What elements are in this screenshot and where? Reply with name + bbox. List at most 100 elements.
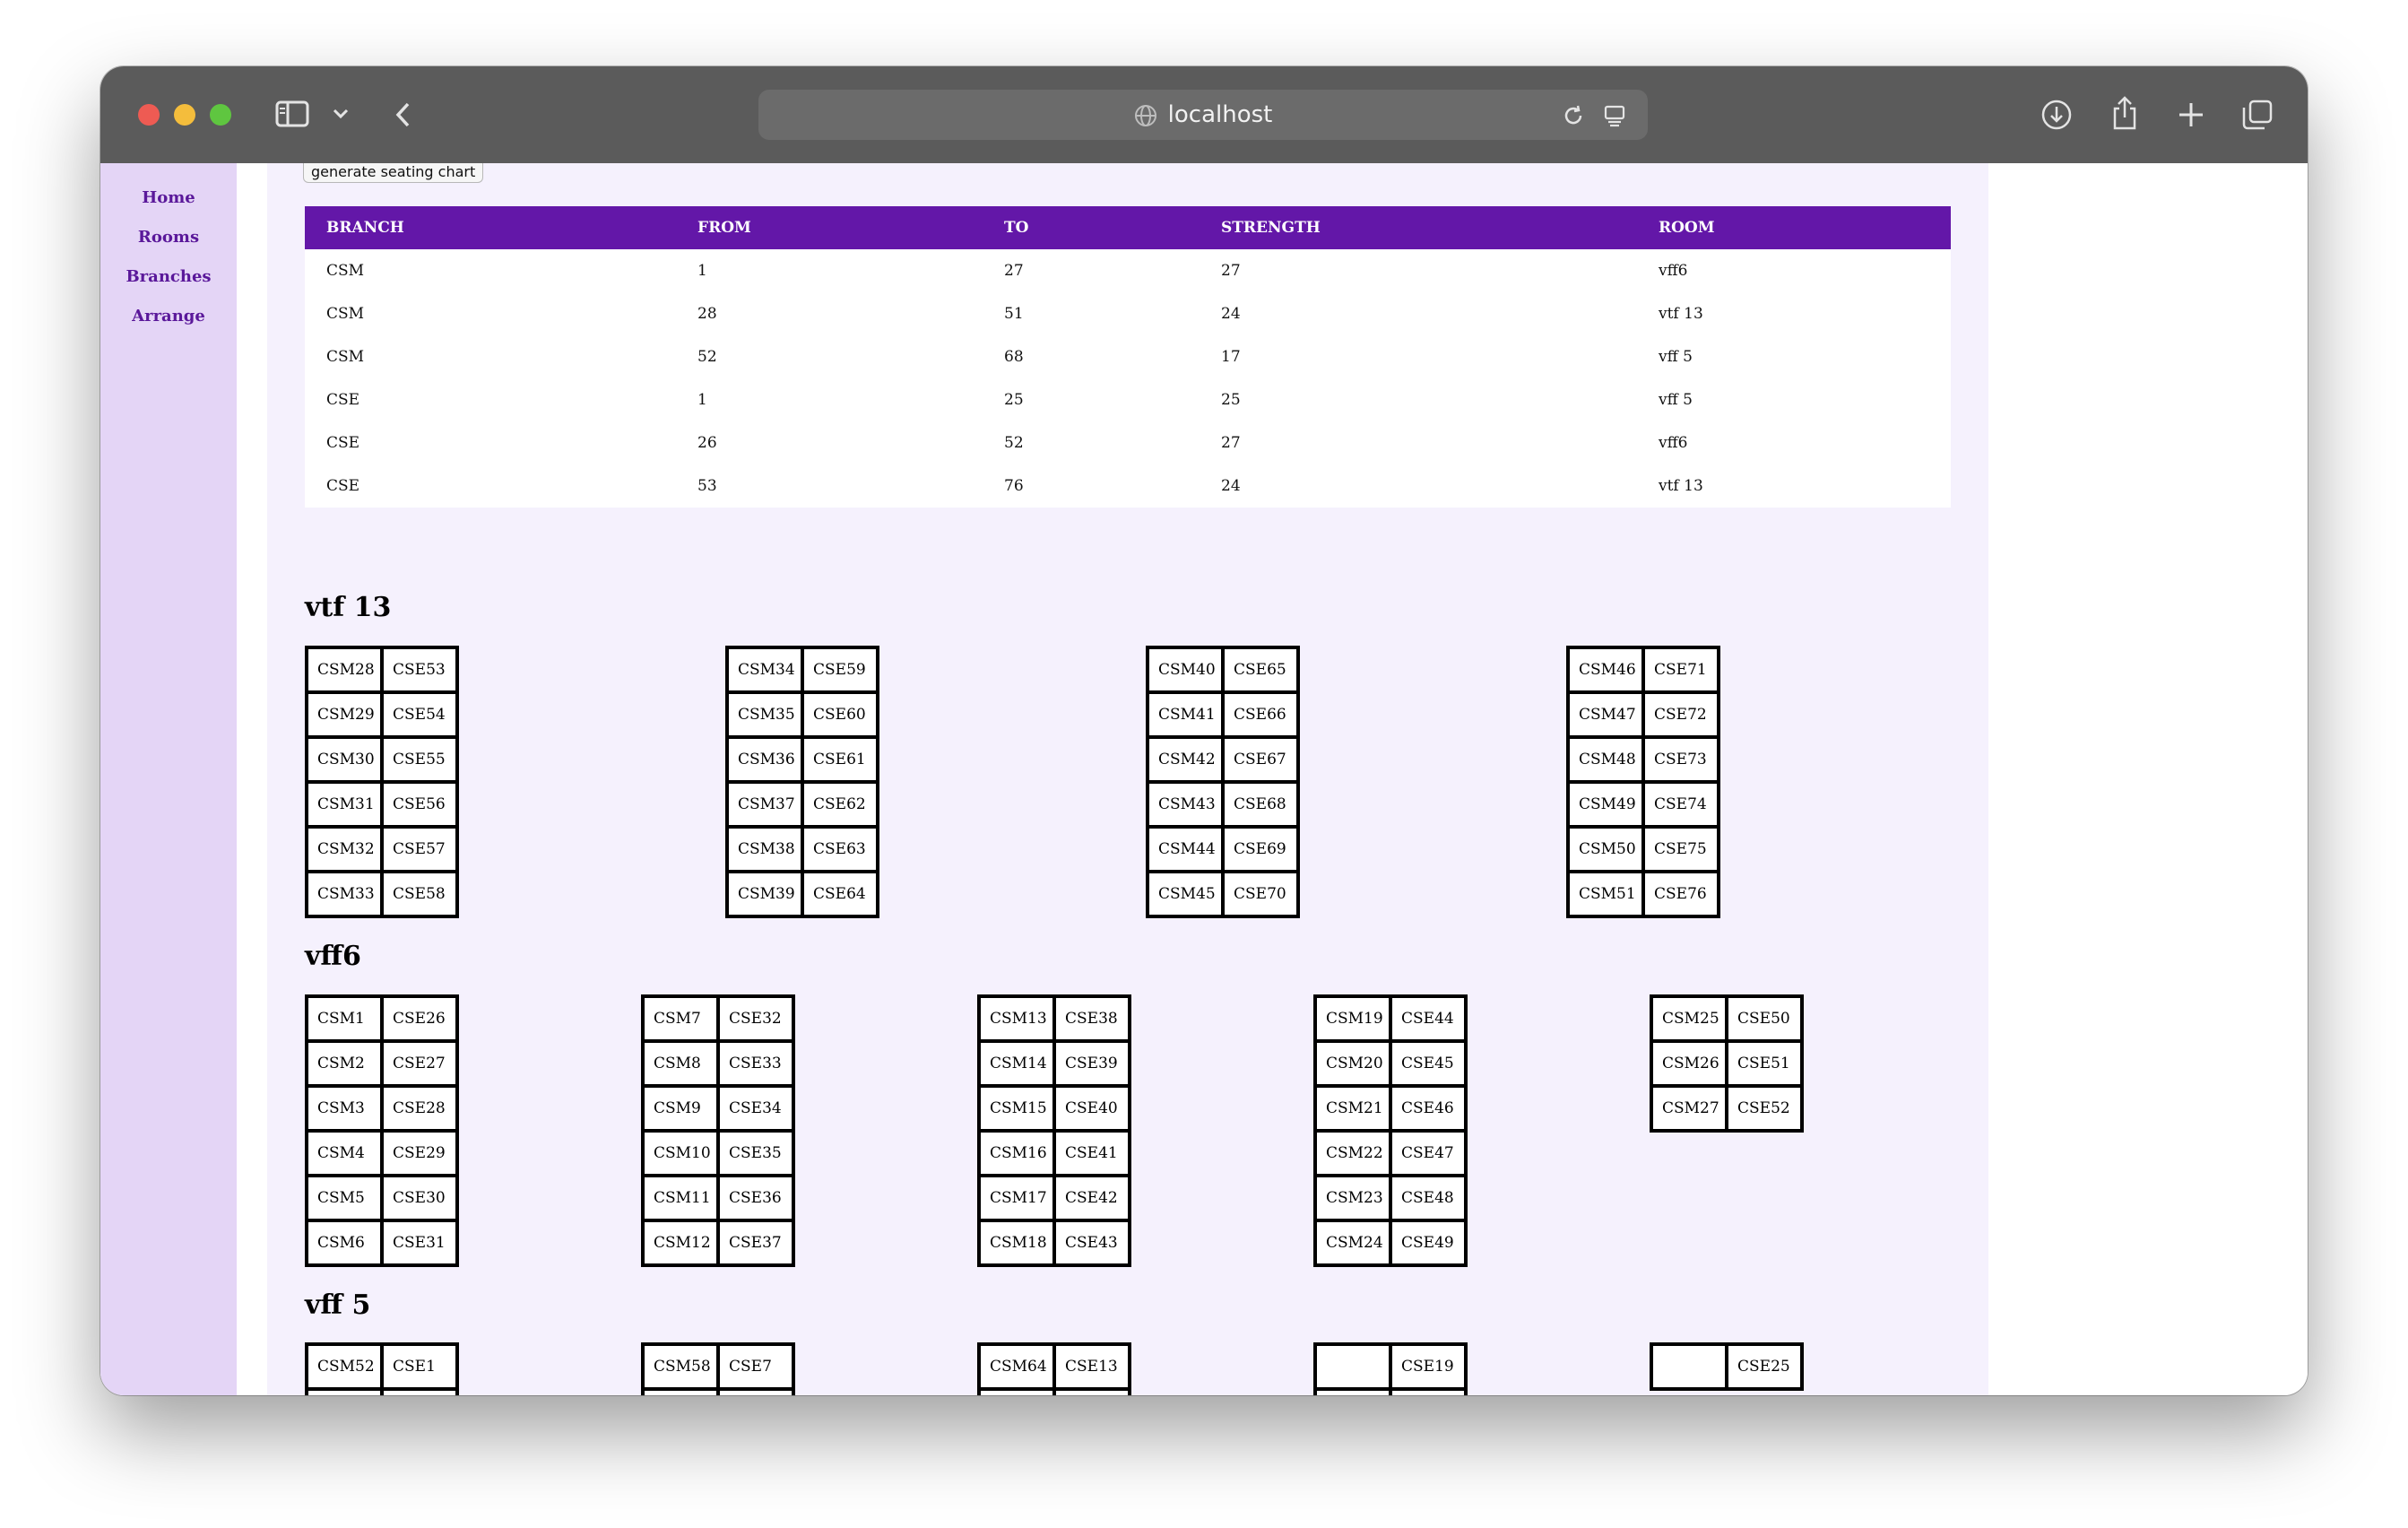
seat-left: CSM58 <box>643 1344 718 1389</box>
download-icon[interactable] <box>2039 97 2075 133</box>
seating-block: CSM64CSE13CSM65CSE14CSM66CSE15 <box>977 1342 1131 1395</box>
cell-from: 1 <box>697 391 707 409</box>
seat-left <box>1315 1389 1390 1395</box>
seating-block: CSE19CSE20CSE21 <box>1313 1342 1468 1395</box>
seat-left: CSM17 <box>979 1176 1054 1220</box>
tab-overview-icon[interactable] <box>2239 97 2275 133</box>
seat-right: CSE74 <box>1643 782 1719 827</box>
seat-left: CSM2 <box>307 1041 382 1086</box>
cell-from: 1 <box>697 262 707 280</box>
table-header: BRANCH FROM TO STRENGTH ROOM <box>305 206 1951 249</box>
address-bar[interactable]: localhost <box>758 90 1648 140</box>
cell-branch: CSE <box>326 434 360 452</box>
seat-right: CSE33 <box>718 1041 793 1086</box>
seating-block: CSM7 CSE32 CSM8 CSE33 CSM9 CSE34 CSM10 CSE35 CSM… <box>641 994 795 1267</box>
cell-from: 26 <box>697 434 717 452</box>
cell-to: 76 <box>1004 477 1024 495</box>
seat-right: CSE71 <box>1643 647 1719 692</box>
cell-to: 68 <box>1004 348 1024 366</box>
seat-right: CSE75 <box>1643 827 1719 872</box>
minimize-window-button[interactable] <box>174 104 195 126</box>
close-window-button[interactable] <box>138 104 160 126</box>
table-row: CSE 53 76 24 vtf 13 <box>305 464 1951 508</box>
seat-right: CSE31 <box>382 1220 457 1265</box>
sidebar-item-home[interactable]: Home <box>100 188 237 207</box>
seat-right: CSE48 <box>1390 1176 1466 1220</box>
cell-to: 52 <box>1004 434 1024 452</box>
seat-left: CSM44 <box>1148 827 1223 872</box>
zoom-window-button[interactable] <box>210 104 231 126</box>
seat-left: CSM65 <box>979 1389 1054 1395</box>
seat-right: CSE44 <box>1390 996 1466 1041</box>
cell-from: 28 <box>697 305 717 323</box>
seat-right: CSE64 <box>802 872 878 916</box>
seat-right: CSE62 <box>802 782 878 827</box>
seat-right: CSE58 <box>382 872 457 916</box>
seat-right: CSE41 <box>1054 1131 1130 1176</box>
seat-left: CSM43 <box>1148 782 1223 827</box>
seat-right: CSE30 <box>382 1176 457 1220</box>
cell-branch: CSM <box>326 348 365 366</box>
seat-right: CSE63 <box>802 827 878 872</box>
sidebar-item-branches[interactable]: Branches <box>100 267 237 286</box>
seat-left: CSM16 <box>979 1131 1054 1176</box>
seat-right: CSE7 <box>718 1344 793 1389</box>
seat-right: CSE28 <box>382 1086 457 1131</box>
seat-left: CSM36 <box>727 737 802 782</box>
seat-left: CSM10 <box>643 1131 718 1176</box>
cell-room: vff 5 <box>1659 348 1693 366</box>
seat-left: CSM26 <box>1651 1041 1727 1086</box>
seat-left: CSM13 <box>979 996 1054 1041</box>
seat-left: CSM7 <box>643 996 718 1041</box>
sidebar-item-rooms[interactable]: Rooms <box>100 228 237 247</box>
reload-icon[interactable] <box>1560 102 1587 129</box>
seat-right: CSE2 <box>382 1389 457 1395</box>
table-row: CSM 52 68 17 vff 5 <box>305 335 1951 378</box>
seat-left: CSM5 <box>307 1176 382 1220</box>
share-icon[interactable] <box>2107 93 2143 133</box>
seating-block: CSM1 CSE26 CSM2 CSE27 CSM3 CSE28 CSM4 CSE29 CSM5… <box>305 994 459 1267</box>
seat-left: CSM51 <box>1568 872 1643 916</box>
generate-seating-chart-button[interactable]: generate seating chart <box>303 163 484 183</box>
seat-right: CSE8 <box>718 1389 793 1395</box>
seat-right: CSE72 <box>1643 692 1719 737</box>
seating-block: CSM40 CSE65 CSM41 CSE66 CSM42 CSE67 CSM43 CSE68… <box>1146 646 1300 918</box>
cell-room: vff6 <box>1659 262 1688 280</box>
seating-block: CSE25 <box>1650 1342 1804 1391</box>
globe-icon <box>1134 104 1156 126</box>
seat-left: CSM3 <box>307 1086 382 1131</box>
seat-left: CSM48 <box>1568 737 1643 782</box>
seat-left: CSM64 <box>979 1344 1054 1389</box>
table-row: CSM 28 51 24 vtf 13 <box>305 292 1951 335</box>
seat-left: CSM40 <box>1148 647 1223 692</box>
seat-right: CSE43 <box>1054 1220 1130 1265</box>
table-row: CSE 1 25 25 vff 5 <box>305 378 1951 421</box>
reader-mode-icon[interactable] <box>1601 102 1628 129</box>
cell-to: 51 <box>1004 305 1024 323</box>
sidebar-item-arrange[interactable]: Arrange <box>100 307 237 326</box>
seat-left: CSM32 <box>307 827 382 872</box>
seat-right: CSE50 <box>1727 996 1802 1041</box>
back-arrow-icon[interactable] <box>389 97 416 133</box>
cell-from: 53 <box>697 477 717 495</box>
cell-branch: CSE <box>326 477 360 495</box>
sidebar-toggle-icon[interactable] <box>274 99 310 129</box>
new-tab-icon[interactable] <box>2173 97 2209 133</box>
column-header-branch: BRANCH <box>326 219 404 237</box>
seat-left: CSM22 <box>1315 1131 1390 1176</box>
seat-left: CSM23 <box>1315 1176 1390 1220</box>
cell-branch: CSM <box>326 262 365 280</box>
seat-right: CSE38 <box>1054 996 1130 1041</box>
seat-left: CSM39 <box>727 872 802 916</box>
seat-left: CSM46 <box>1568 647 1643 692</box>
seat-right: CSE14 <box>1054 1389 1130 1395</box>
cell-to: 27 <box>1004 262 1024 280</box>
seat-left: CSM18 <box>979 1220 1054 1265</box>
table-row: CSM 1 27 27 vff6 <box>305 249 1951 292</box>
seat-left: CSM21 <box>1315 1086 1390 1131</box>
seat-right: CSE52 <box>1727 1086 1802 1131</box>
seat-left: CSM37 <box>727 782 802 827</box>
chevron-down-icon[interactable] <box>330 102 351 126</box>
seat-right: CSE25 <box>1727 1344 1802 1389</box>
seat-right: CSE42 <box>1054 1176 1130 1220</box>
